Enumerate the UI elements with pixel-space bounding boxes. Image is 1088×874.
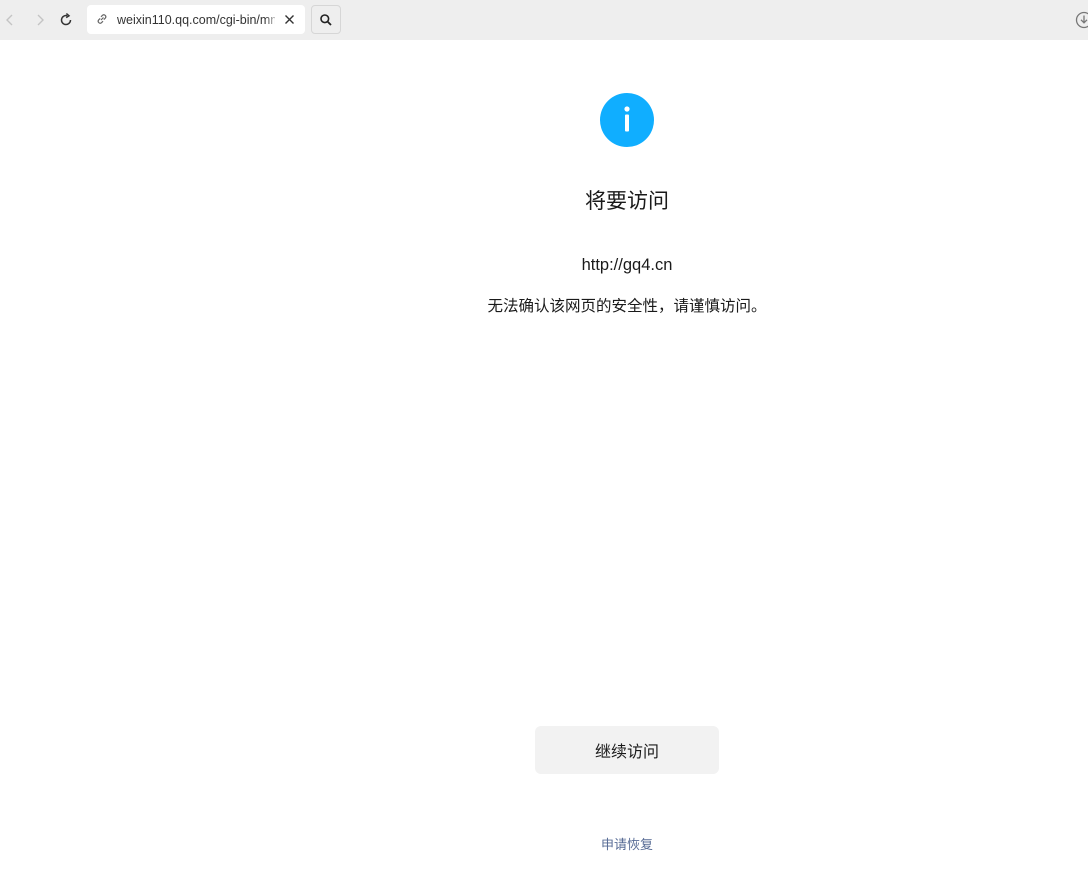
search-icon	[320, 13, 332, 26]
target-url: http://gq4.cn	[581, 256, 673, 274]
page-title: 将要访问	[585, 189, 669, 213]
forward-arrow-icon	[37, 14, 44, 26]
download-icon[interactable]	[1074, 10, 1088, 30]
reload-icon	[60, 12, 72, 26]
address-bar-text[interactable]: weixin110.qq.com/cgi-bin/mmspamsupport-b…	[117, 12, 275, 28]
reload-button[interactable]	[54, 8, 78, 32]
back-arrow-icon	[6, 14, 13, 26]
forward-button[interactable]	[28, 8, 52, 32]
warning-message: 无法确认该网页的安全性，请谨慎访问。	[487, 297, 767, 315]
address-bar-fade	[265, 9, 279, 30]
back-button[interactable]	[0, 8, 22, 32]
link-icon	[97, 14, 107, 24]
close-icon[interactable]	[282, 12, 297, 27]
appeal-link[interactable]: 申请恢复	[527, 836, 727, 856]
address-bar[interactable]: weixin110.qq.com/cgi-bin/mmspamsupport-b…	[87, 5, 305, 34]
continue-button[interactable]: 继续访问	[535, 726, 719, 774]
info-icon	[600, 93, 654, 147]
search-button[interactable]	[311, 5, 341, 34]
browser-toolbar: weixin110.qq.com/cgi-bin/mmspamsupport-b…	[0, 0, 1088, 40]
